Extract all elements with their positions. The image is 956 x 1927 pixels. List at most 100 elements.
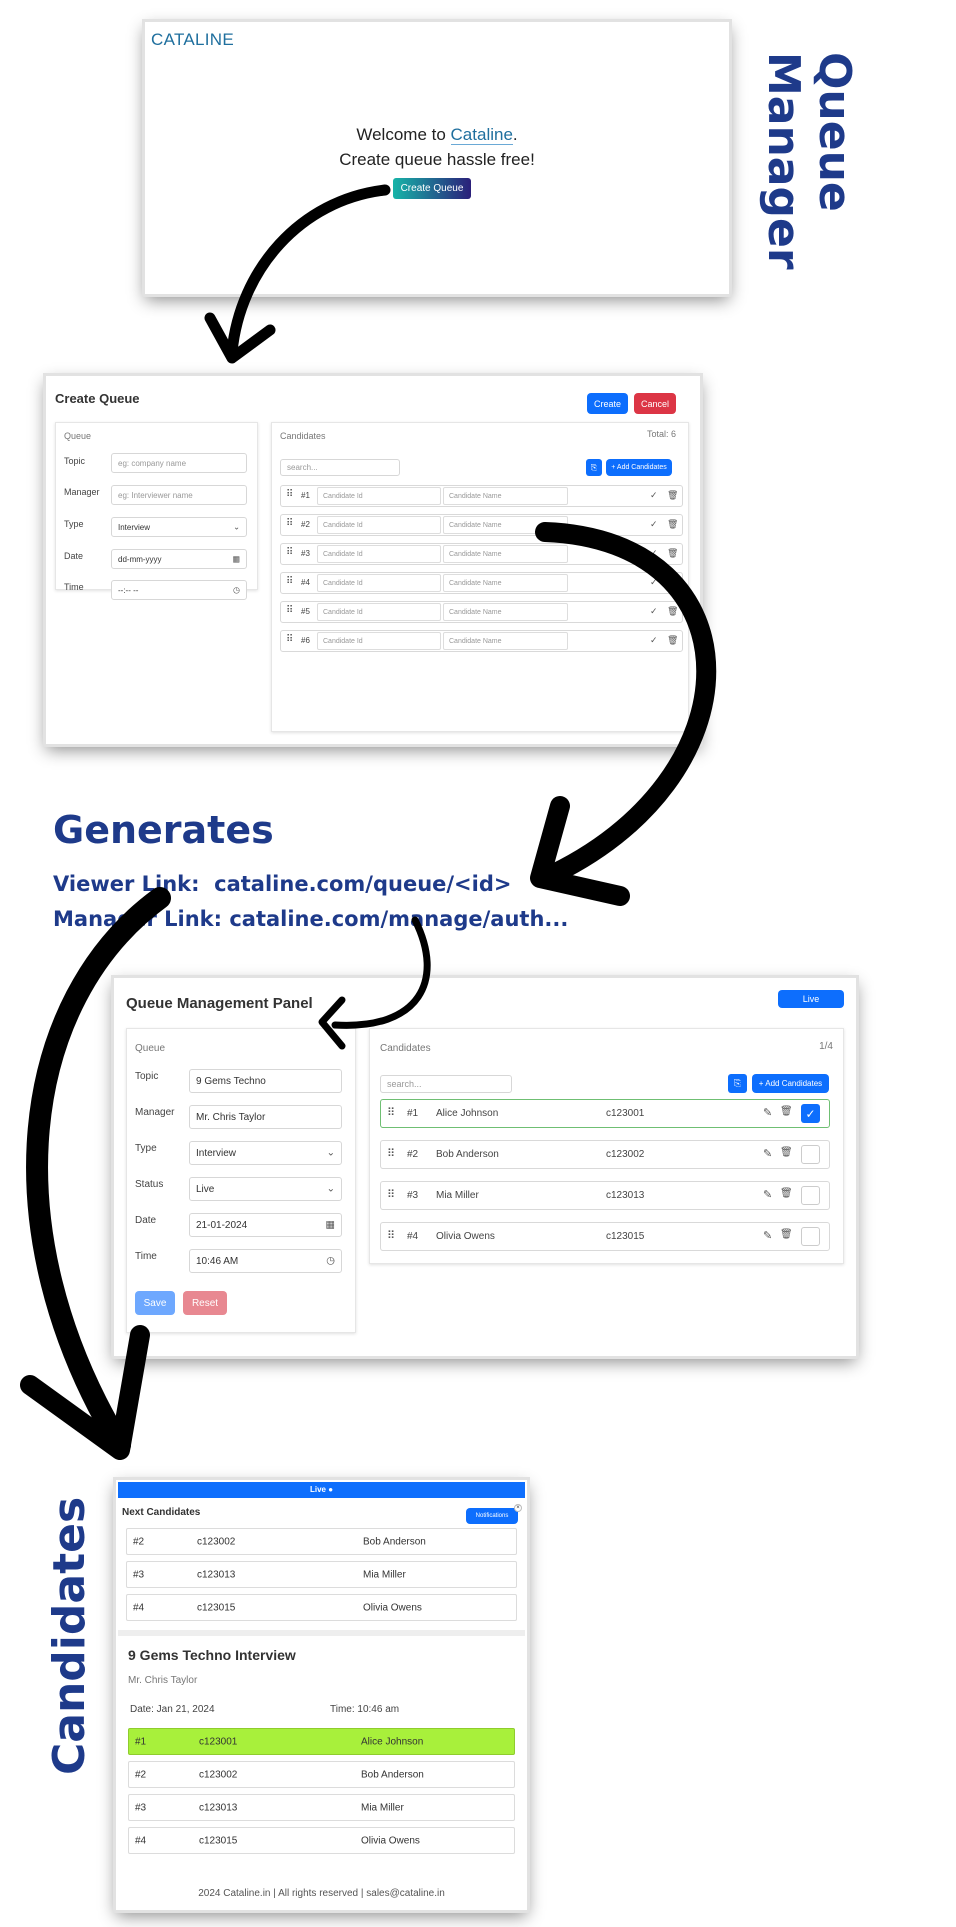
candidate-id-input[interactable]: Candidate Id [317, 516, 441, 534]
time-input[interactable]: 10:46 AM ◷ [189, 1249, 342, 1273]
manager-input[interactable]: Mr. Chris Taylor [189, 1105, 342, 1129]
drag-handle-icon[interactable]: ⠿ [286, 547, 293, 558]
drag-handle-icon[interactable]: ⠿ [286, 489, 293, 500]
edit-icon[interactable]: ✎ [763, 1188, 772, 1201]
save-button[interactable]: Save [135, 1291, 175, 1315]
candidate-name: Bob Anderson [436, 1149, 499, 1160]
drag-handle-icon[interactable]: ⠿ [286, 576, 293, 587]
candidate-name-placeholder: Candidate Name [449, 608, 502, 616]
candidates-heading: Candidates [380, 1043, 431, 1054]
create-queue-screenshot: Create Queue Create Cancel Queue Topic e… [46, 376, 700, 744]
drag-handle-icon[interactable]: ⠿ [387, 1229, 395, 1242]
type-select[interactable]: Interview ⌄ [111, 517, 247, 537]
candidate-name-input[interactable]: Candidate Name [443, 632, 568, 650]
drag-handle-icon[interactable]: ⠿ [387, 1147, 395, 1160]
candidate-name-placeholder: Candidate Name [449, 492, 502, 500]
welcome-prefix: Welcome to [356, 125, 451, 144]
candidate-row: ⠿ #4 Olivia Owens c123015 ✎ 🗑 [380, 1222, 830, 1251]
check-icon[interactable]: ✓ [650, 490, 658, 501]
check-icon[interactable]: ✓ [650, 519, 658, 530]
trash-icon[interactable]: 🗑 [780, 1188, 793, 1199]
import-file-icon[interactable]: ⎘ [728, 1074, 747, 1093]
notifications-button[interactable]: Notifications [466, 1508, 518, 1524]
live-bar: Live ● [118, 1482, 525, 1498]
trash-icon[interactable]: 🗑 [667, 635, 678, 646]
topic-input[interactable]: 9 Gems Techno [189, 1069, 342, 1093]
reset-button[interactable]: Reset [183, 1291, 227, 1315]
check-icon[interactable]: ✓ [650, 548, 658, 559]
drag-handle-icon[interactable]: ⠿ [387, 1106, 395, 1119]
drag-handle-icon[interactable]: ⠿ [286, 605, 293, 616]
candidates-card: Candidates 1/4 search... ⎘ + Add Candida… [369, 1028, 844, 1264]
notification-badge-icon: × [514, 1504, 522, 1512]
topic-value: 9 Gems Techno [196, 1075, 266, 1087]
candidate-name-input[interactable]: Candidate Name [443, 516, 568, 534]
queue-heading: Queue [64, 431, 92, 441]
section-divider [118, 1630, 525, 1636]
search-input[interactable]: search... [280, 459, 400, 476]
candidate-id-input[interactable]: Candidate Id [317, 545, 441, 563]
candidate-id-input[interactable]: Candidate Id [317, 632, 441, 650]
candidate-name: Olivia Owens [363, 1602, 422, 1613]
edit-icon[interactable]: ✎ [763, 1106, 772, 1119]
check-icon[interactable]: ✓ [650, 635, 658, 646]
candidate-name-input[interactable]: Candidate Name [443, 574, 568, 592]
trash-icon[interactable]: 🗑 [780, 1147, 793, 1158]
done-checkbox[interactable] [801, 1145, 820, 1164]
clock-icon: ◷ [233, 585, 240, 595]
status-select[interactable]: Live ⌄ [189, 1177, 342, 1201]
import-file-icon[interactable]: ⎘ [586, 459, 602, 476]
queue-row: #2 c123002 Bob Anderson [128, 1761, 515, 1788]
topic-input[interactable]: eg: company name [111, 453, 247, 473]
topic-placeholder: eg: company name [118, 458, 187, 468]
trash-icon[interactable]: 🗑 [667, 519, 678, 530]
viewer-link-text: Viewer Link: cataline.com/queue/<id> [53, 872, 512, 896]
search-input[interactable]: search... [380, 1075, 512, 1093]
manager-input[interactable]: eg: Interviewer name [111, 485, 247, 505]
check-icon[interactable]: ✓ [650, 606, 658, 617]
date-input[interactable]: dd-mm-yyyy ▦ [111, 549, 247, 569]
create-button[interactable]: Create [587, 393, 628, 414]
edit-icon[interactable]: ✎ [763, 1229, 772, 1242]
type-select[interactable]: Interview ⌄ [189, 1141, 342, 1165]
row-number: #3 [133, 1569, 145, 1580]
check-icon[interactable]: ✓ [650, 577, 658, 588]
interview-manager: Mr. Chris Taylor [128, 1675, 198, 1686]
arrowhead-landing-to-create [204, 312, 276, 364]
done-checkbox[interactable] [801, 1227, 820, 1246]
candidate-id: c123013 [606, 1190, 645, 1201]
candidate-id: c123002 [199, 1769, 238, 1780]
candidate-name-input[interactable]: Candidate Name [443, 603, 568, 621]
date-input[interactable]: 21-01-2024 ▦ [189, 1213, 342, 1237]
drag-handle-icon[interactable]: ⠿ [286, 634, 293, 645]
edit-icon[interactable]: ✎ [763, 1147, 772, 1160]
candidate-id-input[interactable]: Candidate Id [317, 487, 441, 505]
add-candidates-button[interactable]: + Add Candidates [606, 459, 672, 476]
trash-icon[interactable]: 🗑 [780, 1106, 793, 1117]
drag-handle-icon[interactable]: ⠿ [387, 1188, 395, 1201]
trash-icon[interactable]: 🗑 [667, 577, 678, 588]
date-value: 21-01-2024 [196, 1219, 248, 1231]
row-number: #4 [133, 1602, 145, 1613]
time-input[interactable]: --:-- -- ◷ [111, 580, 247, 600]
candidate-id-input[interactable]: Candidate Id [317, 603, 441, 621]
trash-icon[interactable]: 🗑 [667, 548, 678, 559]
cancel-button[interactable]: Cancel [634, 393, 676, 414]
candidate-id-input[interactable]: Candidate Id [317, 574, 441, 592]
row-number: #5 [301, 607, 310, 616]
create-queue-cta-button[interactable]: Create Queue [393, 178, 471, 199]
chevron-down-icon: ⌄ [233, 522, 240, 532]
trash-icon[interactable]: 🗑 [667, 490, 678, 501]
current-candidate-row: #1 c123001 Alice Johnson [128, 1728, 515, 1755]
done-checkbox[interactable]: ✓ [801, 1104, 820, 1123]
trash-icon[interactable]: 🗑 [780, 1229, 793, 1240]
row-number: #3 [407, 1190, 419, 1201]
trash-icon[interactable]: 🗑 [667, 606, 678, 617]
candidate-id-placeholder: Candidate Id [323, 492, 363, 500]
candidate-name-input[interactable]: Candidate Name [443, 487, 568, 505]
add-candidates-button[interactable]: + Add Candidates [752, 1074, 829, 1093]
row-number: #4 [301, 578, 310, 587]
done-checkbox[interactable] [801, 1186, 820, 1205]
candidate-name-input[interactable]: Candidate Name [443, 545, 568, 563]
drag-handle-icon[interactable]: ⠿ [286, 518, 293, 529]
